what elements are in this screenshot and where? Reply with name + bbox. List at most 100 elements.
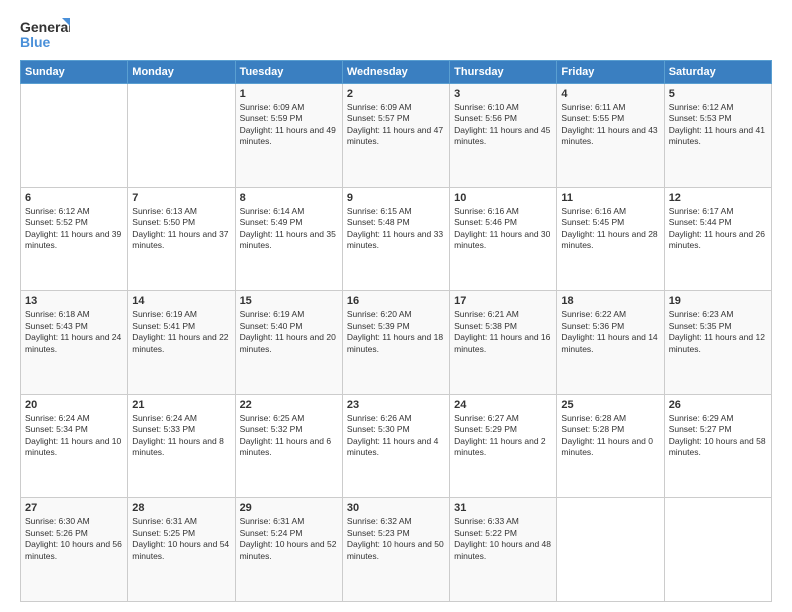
day-number: 8	[240, 192, 338, 204]
day-info: Sunrise: 6:27 AM Sunset: 5:29 PM Dayligh…	[454, 413, 552, 459]
day-number: 23	[347, 399, 445, 411]
calendar-cell: 24Sunrise: 6:27 AM Sunset: 5:29 PM Dayli…	[450, 394, 557, 498]
day-info: Sunrise: 6:15 AM Sunset: 5:48 PM Dayligh…	[347, 206, 445, 252]
day-info: Sunrise: 6:33 AM Sunset: 5:22 PM Dayligh…	[454, 516, 552, 562]
calendar-cell: 13 Sunrise: 6:18 AM Sunset: 5:43 PM Dayli…	[21, 291, 128, 395]
calendar-table: SundayMondayTuesdayWednesdayThursdayFrid…	[20, 60, 772, 602]
svg-text:Blue: Blue	[20, 34, 51, 50]
weekday-header: Tuesday	[235, 61, 342, 84]
day-number: 18	[561, 295, 659, 307]
day-info: Sunrise: 6:10 AM Sunset: 5:56 PM Dayligh…	[454, 102, 552, 148]
day-number: 28	[132, 502, 230, 514]
day-number: 7	[132, 192, 230, 204]
day-number: 26	[669, 399, 767, 411]
calendar-cell: 12Sunrise: 6:17 AM Sunset: 5:44 PM Dayli…	[664, 187, 771, 291]
day-number: 19	[669, 295, 767, 307]
day-info: Sunrise: 6:16 AM Sunset: 5:45 PM Dayligh…	[561, 206, 659, 252]
calendar-cell: 5 Sunrise: 6:12 AM Sunset: 5:53 PM Daylig…	[664, 84, 771, 188]
day-info: Sunrise: 6:09 AM Sunset: 5:59 PM Dayligh…	[240, 102, 338, 148]
day-info: Sunrise: 6:13 AM Sunset: 5:50 PM Dayligh…	[132, 206, 230, 252]
calendar-cell: 7 Sunrise: 6:13 AM Sunset: 5:50 PM Daylig…	[128, 187, 235, 291]
day-number: 4	[561, 88, 659, 100]
day-info: Sunrise: 6:23 AM Sunset: 5:35 PM Dayligh…	[669, 309, 767, 355]
calendar-cell: 17 Sunrise: 6:21 AM Sunset: 5:38 PM Dayli…	[450, 291, 557, 395]
day-number: 6	[25, 192, 123, 204]
day-number: 30	[347, 502, 445, 514]
day-number: 21	[132, 399, 230, 411]
calendar-cell	[21, 84, 128, 188]
day-info: Sunrise: 6:12 AM Sunset: 5:53 PM Dayligh…	[669, 102, 767, 148]
logo-svg: General Blue	[20, 16, 70, 52]
day-info: Sunrise: 6:24 AM Sunset: 5:34 PM Dayligh…	[25, 413, 123, 459]
calendar-header-row: SundayMondayTuesdayWednesdayThursdayFrid…	[21, 61, 772, 84]
day-info: Sunrise: 6:12 AM Sunset: 5:52 PM Dayligh…	[25, 206, 123, 252]
day-number: 5	[669, 88, 767, 100]
calendar-cell: 1 Sunrise: 6:09 AM Sunset: 5:59 PM Daylig…	[235, 84, 342, 188]
day-number: 25	[561, 399, 659, 411]
day-number: 17	[454, 295, 552, 307]
calendar-cell: 25 Sunrise: 6:28 AM Sunset: 5:28 PM Dayli…	[557, 394, 664, 498]
day-info: Sunrise: 6:22 AM Sunset: 5:36 PM Dayligh…	[561, 309, 659, 355]
day-number: 20	[25, 399, 123, 411]
calendar-cell: 31 Sunrise: 6:33 AM Sunset: 5:22 PM Dayli…	[450, 498, 557, 602]
weekday-header: Thursday	[450, 61, 557, 84]
calendar-cell: 11 Sunrise: 6:16 AM Sunset: 5:45 PM Dayli…	[557, 187, 664, 291]
day-info: Sunrise: 6:19 AM Sunset: 5:40 PM Dayligh…	[240, 309, 338, 355]
calendar-week-row: 27Sunrise: 6:30 AM Sunset: 5:26 PM Dayli…	[21, 498, 772, 602]
day-info: Sunrise: 6:18 AM Sunset: 5:43 PM Dayligh…	[25, 309, 123, 355]
day-info: Sunrise: 6:26 AM Sunset: 5:30 PM Dayligh…	[347, 413, 445, 459]
calendar-cell: 28 Sunrise: 6:31 AM Sunset: 5:25 PM Dayli…	[128, 498, 235, 602]
calendar-cell: 18 Sunrise: 6:22 AM Sunset: 5:36 PM Dayli…	[557, 291, 664, 395]
day-info: Sunrise: 6:21 AM Sunset: 5:38 PM Dayligh…	[454, 309, 552, 355]
day-info: Sunrise: 6:31 AM Sunset: 5:25 PM Dayligh…	[132, 516, 230, 562]
calendar-cell: 6 Sunrise: 6:12 AM Sunset: 5:52 PM Daylig…	[21, 187, 128, 291]
day-number: 31	[454, 502, 552, 514]
logo: General Blue	[20, 16, 70, 52]
calendar-cell: 21 Sunrise: 6:24 AM Sunset: 5:33 PM Dayli…	[128, 394, 235, 498]
day-info: Sunrise: 6:24 AM Sunset: 5:33 PM Dayligh…	[132, 413, 230, 459]
day-info: Sunrise: 6:09 AM Sunset: 5:57 PM Dayligh…	[347, 102, 445, 148]
day-number: 1	[240, 88, 338, 100]
day-info: Sunrise: 6:25 AM Sunset: 5:32 PM Dayligh…	[240, 413, 338, 459]
calendar-week-row: 6 Sunrise: 6:12 AM Sunset: 5:52 PM Daylig…	[21, 187, 772, 291]
weekday-header: Monday	[128, 61, 235, 84]
day-info: Sunrise: 6:19 AM Sunset: 5:41 PM Dayligh…	[132, 309, 230, 355]
calendar-cell: 9 Sunrise: 6:15 AM Sunset: 5:48 PM Daylig…	[342, 187, 449, 291]
calendar-cell: 3Sunrise: 6:10 AM Sunset: 5:56 PM Daylig…	[450, 84, 557, 188]
calendar-cell: 19 Sunrise: 6:23 AM Sunset: 5:35 PM Dayli…	[664, 291, 771, 395]
day-info: Sunrise: 6:20 AM Sunset: 5:39 PM Dayligh…	[347, 309, 445, 355]
day-info: Sunrise: 6:30 AM Sunset: 5:26 PM Dayligh…	[25, 516, 123, 562]
day-info: Sunrise: 6:31 AM Sunset: 5:24 PM Dayligh…	[240, 516, 338, 562]
calendar-week-row: 13 Sunrise: 6:18 AM Sunset: 5:43 PM Dayli…	[21, 291, 772, 395]
calendar-week-row: 20 Sunrise: 6:24 AM Sunset: 5:34 PM Dayli…	[21, 394, 772, 498]
day-info: Sunrise: 6:16 AM Sunset: 5:46 PM Dayligh…	[454, 206, 552, 252]
calendar-cell	[664, 498, 771, 602]
calendar-cell: 26 Sunrise: 6:29 AM Sunset: 5:27 PM Dayli…	[664, 394, 771, 498]
day-info: Sunrise: 6:28 AM Sunset: 5:28 PM Dayligh…	[561, 413, 659, 459]
day-info: Sunrise: 6:11 AM Sunset: 5:55 PM Dayligh…	[561, 102, 659, 148]
day-number: 9	[347, 192, 445, 204]
day-number: 13	[25, 295, 123, 307]
day-number: 15	[240, 295, 338, 307]
day-info: Sunrise: 6:29 AM Sunset: 5:27 PM Dayligh…	[669, 413, 767, 459]
weekday-header: Saturday	[664, 61, 771, 84]
calendar-cell: 20 Sunrise: 6:24 AM Sunset: 5:34 PM Dayli…	[21, 394, 128, 498]
calendar-cell: 15 Sunrise: 6:19 AM Sunset: 5:40 PM Dayli…	[235, 291, 342, 395]
day-number: 12	[669, 192, 767, 204]
day-number: 14	[132, 295, 230, 307]
day-number: 11	[561, 192, 659, 204]
day-number: 16	[347, 295, 445, 307]
calendar-cell: 2 Sunrise: 6:09 AM Sunset: 5:57 PM Daylig…	[342, 84, 449, 188]
calendar-cell: 10Sunrise: 6:16 AM Sunset: 5:46 PM Dayli…	[450, 187, 557, 291]
calendar-week-row: 1 Sunrise: 6:09 AM Sunset: 5:59 PM Daylig…	[21, 84, 772, 188]
calendar-cell: 8Sunrise: 6:14 AM Sunset: 5:49 PM Daylig…	[235, 187, 342, 291]
day-number: 22	[240, 399, 338, 411]
calendar-cell: 14 Sunrise: 6:19 AM Sunset: 5:41 PM Dayli…	[128, 291, 235, 395]
calendar-cell: 30 Sunrise: 6:32 AM Sunset: 5:23 PM Dayli…	[342, 498, 449, 602]
day-number: 2	[347, 88, 445, 100]
calendar-cell: 4 Sunrise: 6:11 AM Sunset: 5:55 PM Daylig…	[557, 84, 664, 188]
calendar-cell	[557, 498, 664, 602]
calendar-cell: 22 Sunrise: 6:25 AM Sunset: 5:32 PM Dayli…	[235, 394, 342, 498]
day-info: Sunrise: 6:32 AM Sunset: 5:23 PM Dayligh…	[347, 516, 445, 562]
calendar-cell: 23 Sunrise: 6:26 AM Sunset: 5:30 PM Dayli…	[342, 394, 449, 498]
